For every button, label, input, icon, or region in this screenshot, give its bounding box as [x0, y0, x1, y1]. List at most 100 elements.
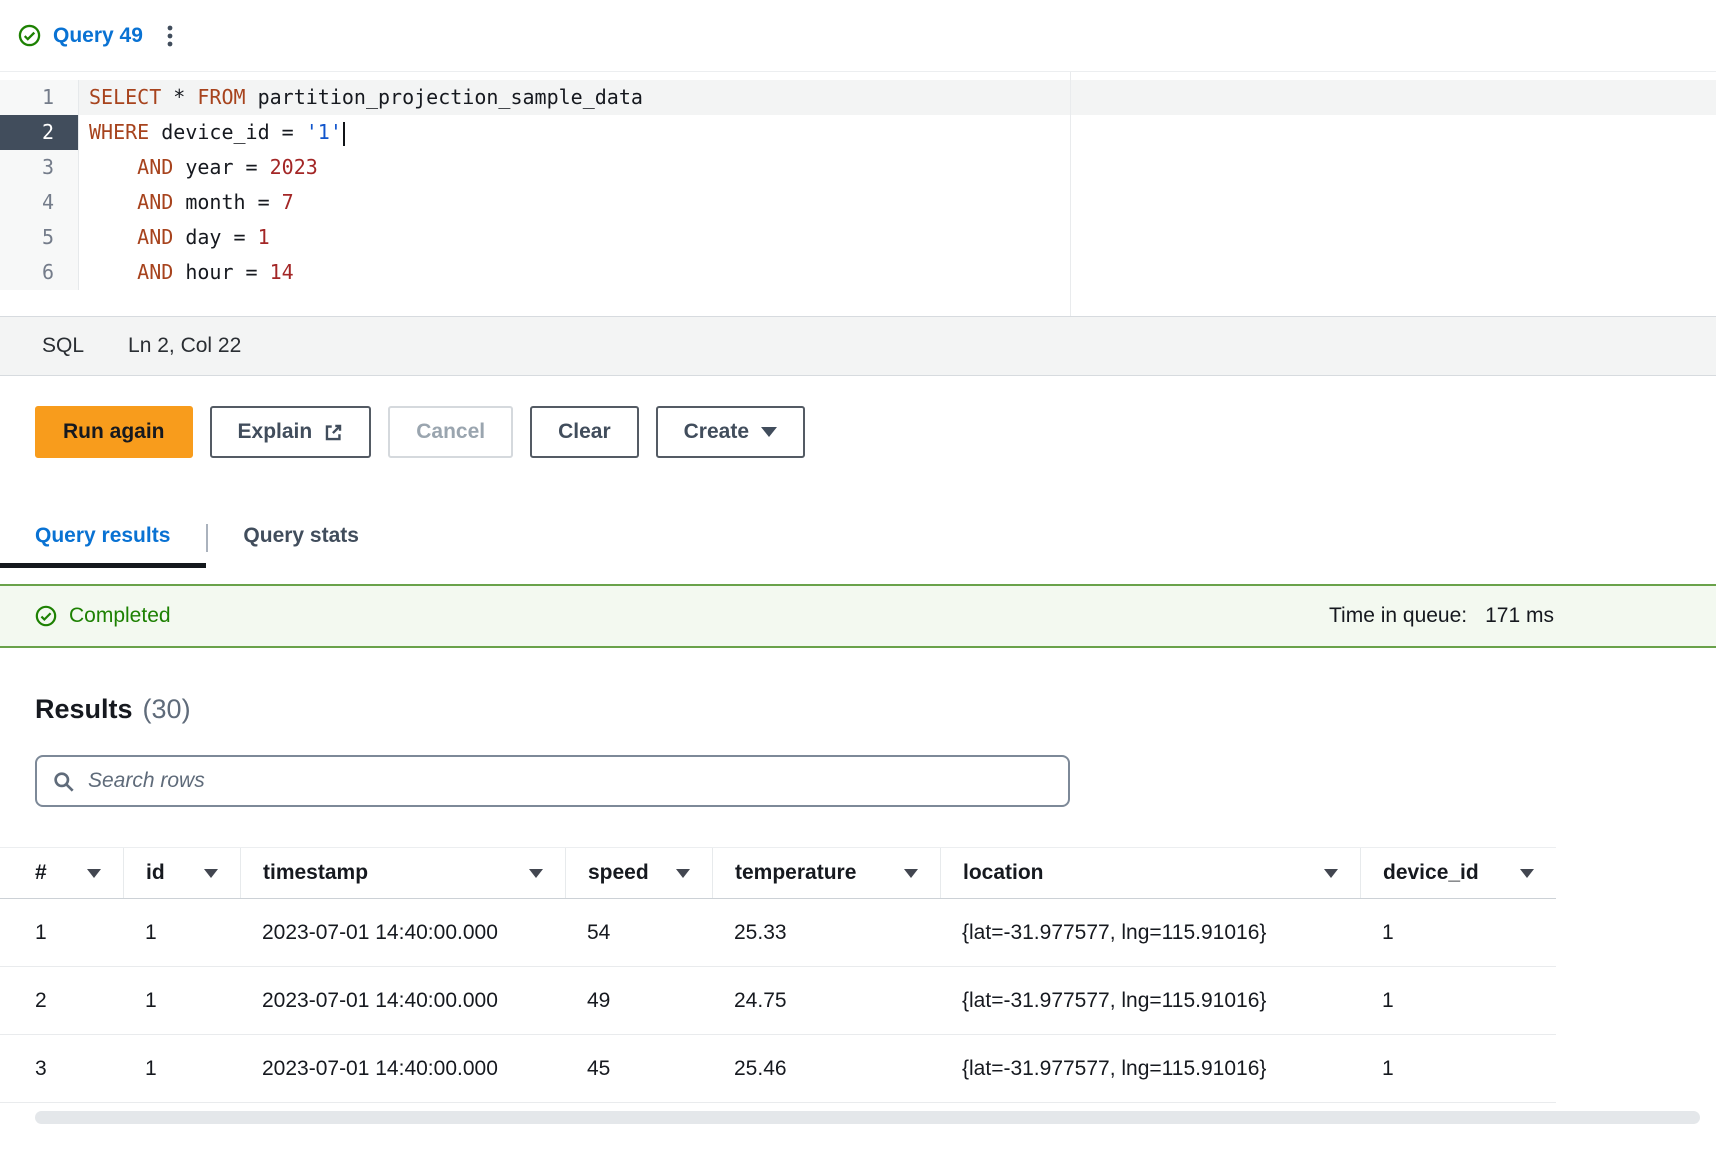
- filter-arrow-icon[interactable]: [204, 869, 218, 878]
- filter-arrow-icon[interactable]: [529, 869, 543, 878]
- editor-line: 6 AND hour = 14: [0, 255, 1716, 290]
- column-header-location: location: [940, 848, 1360, 898]
- cell-speed: 54: [565, 921, 712, 945]
- code-line[interactable]: AND day = 1: [79, 220, 1716, 255]
- editor-line: 1 SELECT * FROM partition_projection_sam…: [0, 80, 1716, 115]
- code-line[interactable]: SELECT * FROM partition_projection_sampl…: [79, 80, 1716, 115]
- query-tab-menu-button[interactable]: [159, 18, 181, 54]
- cancel-label: Cancel: [416, 420, 485, 444]
- explain-label: Explain: [238, 420, 313, 444]
- sql-keyword: AND: [137, 225, 173, 249]
- editor-line: 3 AND year = 2023: [0, 150, 1716, 185]
- sql-number: 7: [282, 190, 294, 214]
- line-number: 4: [0, 185, 79, 220]
- create-button[interactable]: Create: [656, 406, 805, 458]
- query-tab[interactable]: Query 49: [18, 24, 143, 48]
- search-icon: [53, 771, 74, 792]
- status-check-icon: [35, 605, 57, 627]
- create-label: Create: [684, 420, 749, 444]
- filter-arrow-icon[interactable]: [676, 869, 690, 878]
- sql-text: device_id =: [149, 120, 306, 144]
- sql-keyword: AND: [137, 260, 173, 284]
- sql-text: year =: [173, 155, 269, 179]
- cell-timestamp: 2023-07-01 14:40:00.000: [240, 1057, 565, 1081]
- results-title: Results: [35, 694, 133, 725]
- editor-status-bar: SQL Ln 2, Col 22: [0, 316, 1716, 376]
- cell-index: 1: [0, 921, 123, 945]
- filter-arrow-icon[interactable]: [1324, 869, 1338, 878]
- time-in-queue: Time in queue: 171 ms: [1329, 604, 1554, 628]
- athena-query-editor: Query 49 1 SELECT * FROM partition_proje…: [0, 0, 1716, 1124]
- filter-arrow-icon[interactable]: [904, 869, 918, 878]
- sql-text: hour =: [173, 260, 269, 284]
- status-text: Completed: [69, 604, 171, 628]
- query-status-banner: Completed Time in queue: 171 ms: [0, 584, 1716, 648]
- results-tab-bar: Query results Query stats: [0, 524, 1716, 568]
- tab-query-results-label: Query results: [35, 524, 170, 547]
- line-number-active: 2: [0, 115, 79, 150]
- column-header-timestamp: timestamp: [240, 848, 565, 898]
- run-again-label: Run again: [63, 420, 165, 444]
- sql-text: *: [161, 85, 197, 109]
- run-again-button[interactable]: Run again: [35, 406, 193, 458]
- cell-id: 1: [123, 1057, 240, 1081]
- table-row: 1 1 2023-07-01 14:40:00.000 54 25.33 {la…: [0, 899, 1556, 967]
- cell-temperature: 25.46: [712, 1057, 940, 1081]
- cell-timestamp: 2023-07-01 14:40:00.000: [240, 989, 565, 1013]
- editor-line: 2 WHERE device_id = '1': [0, 115, 1716, 150]
- query-actions-toolbar: Run again Explain Cancel Clear Create: [0, 376, 1716, 458]
- print-margin-ruler: [1070, 72, 1071, 316]
- cell-id: 1: [123, 989, 240, 1013]
- cursor-position-label: Ln 2, Col 22: [128, 334, 241, 358]
- sql-string: '1': [306, 120, 342, 144]
- sql-keyword: AND: [137, 190, 173, 214]
- query-tab-title: Query 49: [53, 24, 143, 48]
- column-header-index: #: [0, 848, 123, 898]
- cell-timestamp: 2023-07-01 14:40:00.000: [240, 921, 565, 945]
- code-line[interactable]: AND hour = 14: [79, 255, 1716, 290]
- sql-number: 1: [258, 225, 270, 249]
- column-header-device-id: device_id: [1360, 848, 1556, 898]
- code-line[interactable]: AND month = 7: [79, 185, 1716, 220]
- cell-device-id: 1: [1360, 1057, 1556, 1081]
- clear-button[interactable]: Clear: [530, 406, 639, 458]
- time-in-queue-label: Time in queue:: [1329, 604, 1467, 628]
- column-header-temperature: temperature: [712, 848, 940, 898]
- sql-editor[interactable]: 1 SELECT * FROM partition_projection_sam…: [0, 72, 1716, 316]
- sql-keyword: SELECT: [89, 85, 161, 109]
- search-rows-input[interactable]: [86, 768, 1052, 794]
- filter-arrow-icon[interactable]: [1520, 869, 1534, 878]
- search-rows-box: [35, 755, 1070, 807]
- sql-text: day =: [173, 225, 257, 249]
- editor-line: 4 AND month = 7: [0, 185, 1716, 220]
- tab-query-stats[interactable]: Query stats: [208, 524, 395, 568]
- results-header: Results (30): [0, 694, 1716, 725]
- query-tab-bar: Query 49: [0, 0, 1716, 72]
- banner-status: Completed: [35, 604, 171, 628]
- horizontal-scrollbar[interactable]: [35, 1111, 1700, 1124]
- explain-button[interactable]: Explain: [210, 406, 372, 458]
- cell-device-id: 1: [1360, 921, 1556, 945]
- sql-text: [89, 260, 137, 284]
- filter-arrow-icon[interactable]: [87, 869, 101, 878]
- check-circle-icon: [18, 24, 41, 47]
- results-count: (30): [143, 694, 191, 725]
- code-line[interactable]: WHERE device_id = '1': [79, 115, 1716, 150]
- kebab-menu-icon: [167, 24, 173, 48]
- tab-query-stats-label: Query stats: [243, 524, 359, 547]
- caret-down-icon: [761, 427, 777, 437]
- sql-keyword: WHERE: [89, 120, 149, 144]
- code-line[interactable]: AND year = 2023: [79, 150, 1716, 185]
- sql-number: 14: [270, 260, 294, 284]
- sql-text: month =: [173, 190, 281, 214]
- cell-temperature: 24.75: [712, 989, 940, 1013]
- tab-query-results[interactable]: Query results: [0, 524, 206, 568]
- sql-text: [89, 225, 137, 249]
- cell-device-id: 1: [1360, 989, 1556, 1013]
- sql-text: [89, 190, 137, 214]
- line-number: 6: [0, 255, 79, 290]
- cell-temperature: 25.33: [712, 921, 940, 945]
- cell-index: 3: [0, 1057, 123, 1081]
- column-header-speed: speed: [565, 848, 712, 898]
- text-cursor: [343, 122, 345, 146]
